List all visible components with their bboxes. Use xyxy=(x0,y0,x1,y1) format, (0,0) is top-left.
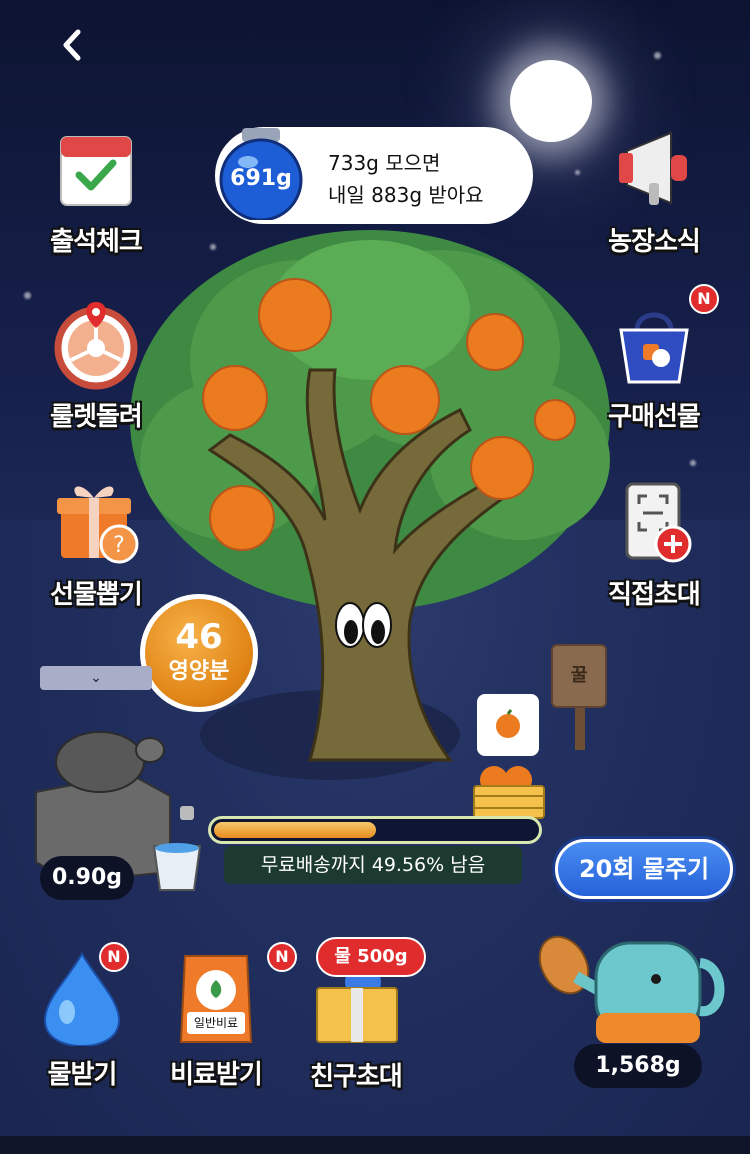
water-goal-line1: 733g 모으면 xyxy=(328,151,441,175)
nutrient-count: 46 xyxy=(175,617,223,657)
star xyxy=(690,460,696,466)
back-button[interactable] xyxy=(52,22,92,68)
water-jar: 691g xyxy=(218,128,304,222)
roulette-icon xyxy=(51,300,141,390)
menu-roulette[interactable]: 룰렛돌려 xyxy=(26,300,166,433)
water-bucket-icon xyxy=(152,843,202,891)
get-water-badge: N xyxy=(99,942,129,972)
menu-get-water[interactable]: N 물받기 xyxy=(12,942,152,1091)
gift-box-icon: ? xyxy=(51,478,141,568)
nutrient-label: 영양분 xyxy=(168,659,230,684)
menu-farm-news[interactable]: 농장소식 xyxy=(584,125,724,258)
farm-news-label: 농장소식 xyxy=(608,227,701,257)
star xyxy=(24,292,31,299)
water-reward-pill: 물 500g xyxy=(316,937,426,977)
tangerine-icon xyxy=(496,709,520,738)
gift-draw-label: 선물뽑기 xyxy=(50,580,143,610)
moon xyxy=(510,60,592,142)
menu-invite-friend[interactable]: 친구초대 xyxy=(286,960,426,1093)
direct-invite-label: 직접초대 xyxy=(608,580,701,610)
menu-purchase-gift[interactable]: N 구매선물 xyxy=(584,284,724,433)
jar-amount: 691g xyxy=(230,166,292,191)
water-goal-text: 733g 모으면 내일 883g 받아요 xyxy=(328,147,484,211)
invite-icon xyxy=(609,478,699,568)
honey-sign[interactable]: 꿀 xyxy=(551,644,607,708)
menu-get-fertilizer[interactable]: 일반비료 N 비료받기 xyxy=(146,942,297,1091)
get-fertilizer-label: 비료받기 xyxy=(170,1060,263,1090)
turtle-value: 0.90g xyxy=(40,856,134,900)
calendar-check-icon xyxy=(51,125,141,215)
fruit-crate[interactable] xyxy=(472,762,546,820)
invite-friend-label: 친구초대 xyxy=(310,1062,403,1092)
nutrient-badge[interactable]: 46 영양분 xyxy=(140,594,258,712)
menu-direct-invite[interactable]: 직접초대 xyxy=(584,478,724,611)
water-goal-line2: 내일 883g 받아요 xyxy=(328,183,484,207)
delivery-progress-text: 무료배송까지 49.56% 남음 xyxy=(224,846,522,884)
menu-gift-draw[interactable]: ? 선물뽑기 xyxy=(26,478,166,611)
purchase-gift-label: 구매선물 xyxy=(608,402,701,432)
watering-can-value: 1,568g xyxy=(574,1044,702,1088)
purchase-gift-badge: N xyxy=(689,284,719,314)
svg-text:?: ? xyxy=(113,533,125,558)
water-drop-icon: N xyxy=(37,942,129,1048)
collapse-toggle[interactable]: ⌄ xyxy=(40,666,152,690)
menu-attendance-check[interactable]: 출석체크 xyxy=(26,125,166,258)
megaphone-icon xyxy=(609,125,699,215)
shopping-bag-icon: N xyxy=(609,284,719,390)
fertilizer-bag-icon: 일반비료 N xyxy=(171,942,297,1043)
star xyxy=(575,170,580,175)
watering-can[interactable] xyxy=(536,925,726,1055)
fruit-card[interactable] xyxy=(477,694,539,756)
chevron-down-icon: ⌄ xyxy=(90,670,102,686)
attendance-check-label: 출석체크 xyxy=(50,227,143,257)
delivery-progress-fill xyxy=(214,822,376,838)
star xyxy=(654,52,661,59)
roulette-label: 룰렛돌려 xyxy=(50,402,143,432)
water-20-times-button[interactable]: 20회 물주기 xyxy=(555,839,733,899)
fertilizer-bag-text: 일반비료 xyxy=(193,1016,239,1030)
chevron-left-icon xyxy=(63,29,81,61)
delivery-progress-bar xyxy=(208,816,542,844)
bottom-bar xyxy=(0,1136,750,1154)
get-water-label: 물받기 xyxy=(47,1060,118,1090)
